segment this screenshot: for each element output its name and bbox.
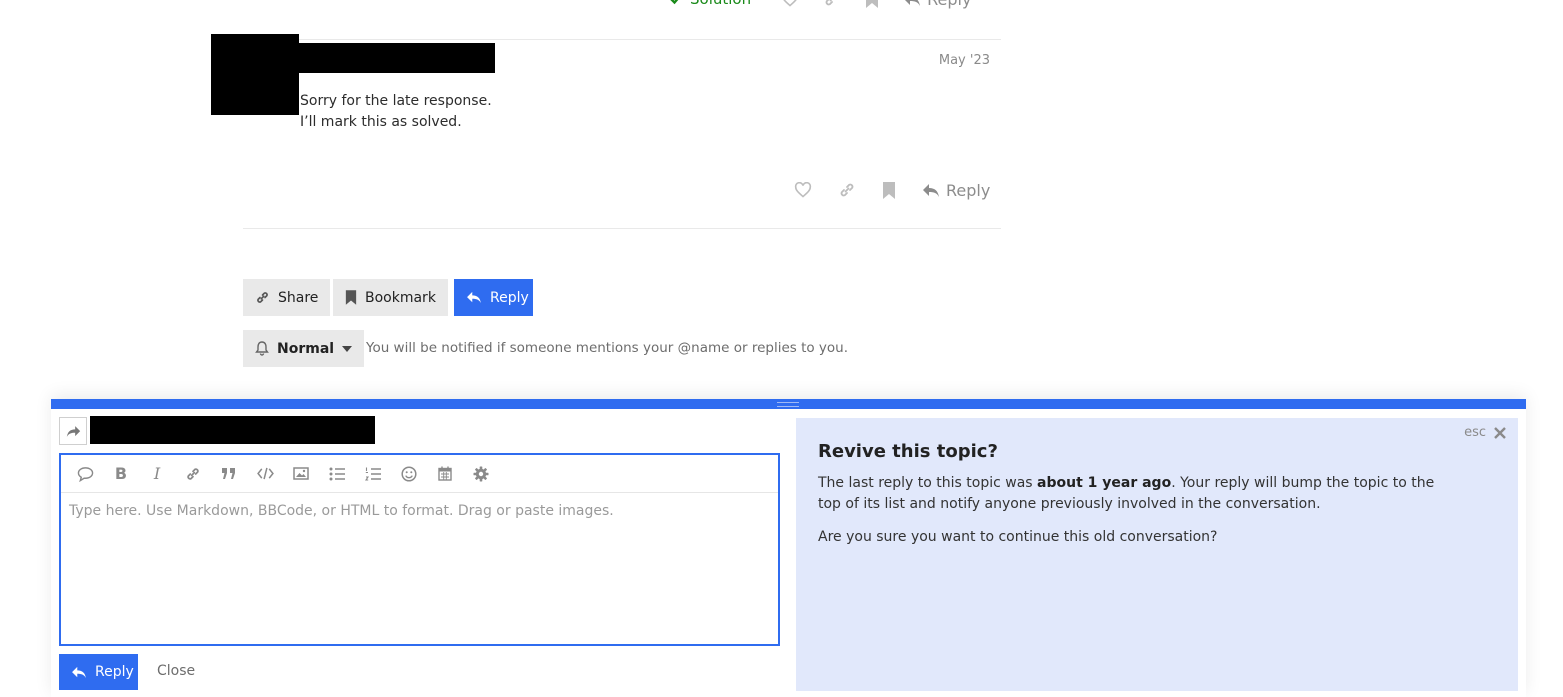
bookmark-icon[interactable] bbox=[865, 0, 879, 8]
image-icon[interactable] bbox=[283, 455, 319, 492]
checkmark-icon bbox=[670, 0, 682, 5]
avatar[interactable] bbox=[211, 34, 299, 115]
notice-title: Revive this topic? bbox=[818, 441, 998, 462]
italic-icon[interactable]: I bbox=[139, 455, 175, 492]
reply-arrow-icon bbox=[71, 666, 87, 679]
post-divider bbox=[243, 39, 1001, 40]
reply-to-title bbox=[90, 416, 375, 444]
reply-arrow-icon bbox=[903, 0, 921, 7]
notice-body-start: The last reply to this topic was bbox=[818, 475, 1038, 491]
link-icon[interactable] bbox=[838, 181, 856, 199]
solution-label: Solution bbox=[690, 0, 751, 8]
previous-post-reply-button[interactable]: Reply bbox=[903, 0, 971, 9]
post-date[interactable]: May '23 bbox=[939, 53, 990, 68]
topic-reply-button[interactable]: Reply bbox=[454, 279, 533, 316]
numbered-list-icon[interactable] bbox=[355, 455, 391, 492]
share-label: Share bbox=[278, 289, 319, 306]
link-icon bbox=[255, 290, 270, 305]
notification-level-dropdown[interactable]: Normal bbox=[243, 330, 365, 367]
reply-label: Reply bbox=[927, 0, 971, 9]
link-icon[interactable] bbox=[175, 455, 211, 492]
caret-down-icon bbox=[342, 345, 353, 352]
bookmark-icon[interactable] bbox=[882, 181, 896, 199]
reply-type-button[interactable] bbox=[59, 417, 87, 445]
editor-toolbar: B I bbox=[61, 455, 778, 493]
close-composer-link[interactable]: Close bbox=[157, 663, 195, 679]
editor: B I bbox=[59, 453, 780, 646]
reply-label: Reply bbox=[946, 180, 991, 200]
share-arrow-icon bbox=[66, 425, 81, 438]
bookmark-icon bbox=[345, 290, 357, 305]
heart-icon[interactable] bbox=[781, 0, 799, 7]
post-line: I’ll mark this as solved. bbox=[300, 114, 462, 130]
reply-arrow-icon bbox=[922, 183, 940, 198]
composer: B I Type here. Use Markdown, BBCode, or … bbox=[51, 399, 1526, 697]
bold-icon[interactable]: B bbox=[103, 455, 139, 492]
link-icon[interactable] bbox=[823, 0, 841, 8]
emoji-icon[interactable] bbox=[391, 455, 427, 492]
quote-icon[interactable] bbox=[67, 455, 103, 492]
notice-question: Are you sure you want to continue this o… bbox=[818, 529, 1218, 545]
post-reply-button[interactable]: Reply bbox=[922, 181, 990, 200]
bell-icon bbox=[255, 341, 269, 356]
reply-textarea[interactable] bbox=[61, 493, 778, 644]
reply-label: Reply bbox=[95, 664, 134, 680]
reply-label: Reply bbox=[490, 289, 529, 306]
dismiss-notice-button[interactable]: esc bbox=[1464, 425, 1506, 440]
post-actions: Reply bbox=[794, 179, 990, 201]
gear-icon[interactable] bbox=[463, 455, 499, 492]
bookmark-label: Bookmark bbox=[365, 289, 436, 306]
post-body: Sorry for the late response. I’ll mark t… bbox=[300, 91, 492, 133]
esc-label: esc bbox=[1464, 425, 1486, 440]
share-button[interactable]: Share bbox=[243, 279, 331, 316]
solution-button[interactable]: Solution bbox=[670, 0, 751, 8]
topic-end-divider bbox=[243, 228, 1001, 229]
reply-arrow-icon bbox=[466, 291, 482, 304]
blockquote-icon[interactable] bbox=[211, 455, 247, 492]
calendar-icon[interactable] bbox=[427, 455, 463, 492]
bookmark-button[interactable]: Bookmark bbox=[333, 279, 448, 316]
notification-description: You will be notified if someone mentions… bbox=[366, 340, 849, 356]
username[interactable] bbox=[299, 43, 495, 73]
grip-icon[interactable] bbox=[777, 402, 799, 407]
close-icon bbox=[1494, 426, 1506, 439]
notice-body: The last reply to this topic was about 1… bbox=[818, 473, 1458, 515]
notice-body-emphasis: about 1 year ago bbox=[1037, 475, 1172, 491]
notification-level-label: Normal bbox=[277, 340, 335, 357]
bullet-list-icon[interactable] bbox=[319, 455, 355, 492]
composer-reply-button[interactable]: Reply bbox=[59, 654, 138, 690]
previous-post-actions: Solution Reply bbox=[670, 0, 971, 10]
code-icon[interactable] bbox=[247, 455, 283, 492]
post-line: Sorry for the late response. bbox=[300, 93, 492, 109]
heart-icon[interactable] bbox=[794, 182, 812, 198]
revive-topic-notice: esc Revive this topic? The last reply to… bbox=[796, 418, 1518, 691]
